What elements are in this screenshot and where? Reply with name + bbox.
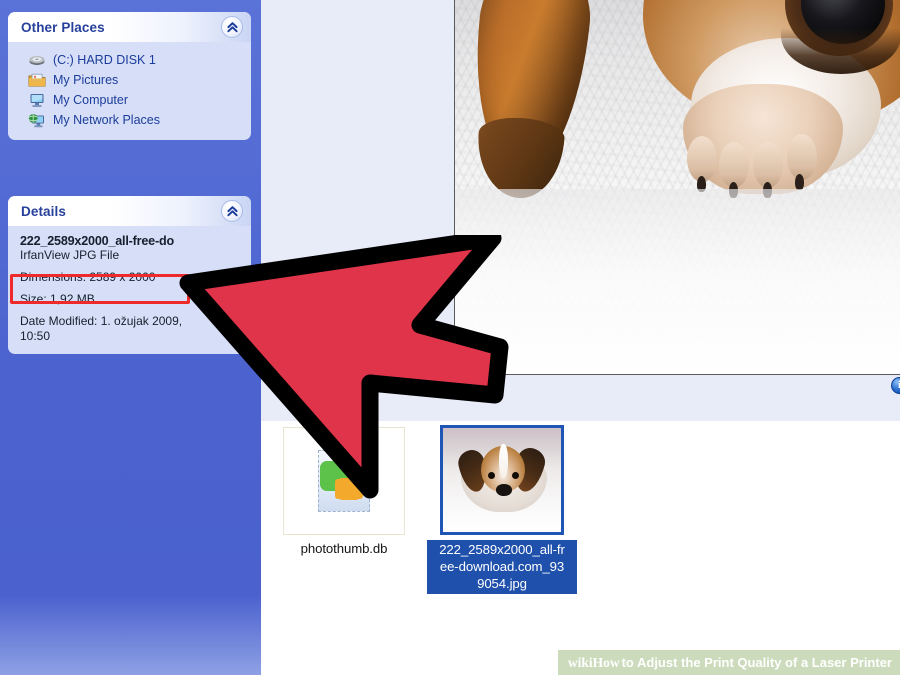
sidebar-item-hard-disk[interactable]: (C:) HARD DISK 1 bbox=[18, 50, 241, 70]
list-item-label-line1: 222_2589x2000_all-fr bbox=[439, 542, 565, 557]
hard-disk-icon bbox=[28, 52, 46, 68]
sidebar-item-my-computer-label: My Computer bbox=[53, 93, 129, 107]
sidebar-item-hard-disk-label: (C:) HARD DISK 1 bbox=[53, 53, 156, 67]
list-item[interactable]: photothumb.db bbox=[269, 427, 419, 557]
panel-details: Details 222_2589x2000_all-free-do IrfanV… bbox=[8, 196, 251, 354]
chevron-double-up-icon[interactable] bbox=[221, 200, 243, 222]
info-circle-icon[interactable] bbox=[891, 377, 900, 394]
details-dimensions: Dimensions: 2589 x 2000 bbox=[20, 270, 156, 284]
panel-details-body: 222_2589x2000_all-free-do IrfanView JPG … bbox=[8, 226, 251, 354]
blanket-foreground bbox=[455, 189, 900, 374]
thumbnail-photothumb[interactable] bbox=[283, 427, 405, 535]
preview-image-frame[interactable] bbox=[454, 0, 900, 375]
wikihow-watermark: wiki How to Adjust the Print Quality of a… bbox=[557, 650, 900, 675]
watermark-text: to Adjust the Print Quality of a Laser P… bbox=[621, 655, 892, 670]
panel-details-title: Details bbox=[21, 203, 66, 219]
my-computer-icon bbox=[28, 92, 46, 108]
panel-other-places: Other Places (C:) HARD DISK 1 My Picture… bbox=[8, 12, 251, 140]
task-pane-sidebar: Other Places (C:) HARD DISK 1 My Picture… bbox=[0, 0, 261, 675]
panel-details-header[interactable]: Details bbox=[8, 196, 251, 226]
watermark-brand: wiki bbox=[567, 654, 593, 670]
panel-other-places-header[interactable]: Other Places bbox=[8, 12, 251, 42]
sidebar-item-network-places-label: My Network Places bbox=[53, 113, 160, 127]
explorer-content: photothumb.db bbox=[261, 0, 900, 675]
image-preview-pane bbox=[261, 0, 900, 421]
sidebar-item-my-computer[interactable]: My Computer bbox=[18, 90, 241, 110]
thumbnail-selected-image[interactable] bbox=[440, 425, 564, 535]
list-item-label-line2: ee-download.com_93 bbox=[439, 559, 565, 574]
details-size: Size: 1,92 MB bbox=[20, 292, 95, 306]
chevron-double-up-icon[interactable] bbox=[221, 16, 243, 38]
database-file-icon bbox=[318, 450, 370, 512]
pictures-folder-icon bbox=[28, 72, 46, 88]
watermark-brand-bold: How bbox=[592, 654, 620, 670]
sidebar-item-my-pictures[interactable]: My Pictures bbox=[18, 70, 241, 90]
network-places-icon bbox=[28, 112, 46, 128]
list-item-label-selected: 222_2589x2000_all-fr ee-download.com_93 … bbox=[427, 540, 577, 594]
details-date-modified-time: 10:50 bbox=[20, 329, 51, 343]
list-item-label-line3: 9054.jpg bbox=[477, 576, 527, 591]
list-item[interactable]: 222_2589x2000_all-fr ee-download.com_93 … bbox=[427, 425, 577, 594]
panel-other-places-title: Other Places bbox=[21, 19, 105, 35]
explorer-window: Other Places (C:) HARD DISK 1 My Picture… bbox=[0, 0, 900, 675]
image-thumbnail-icon bbox=[443, 428, 561, 532]
panel-other-places-body: (C:) HARD DISK 1 My Pictures My Computer… bbox=[8, 42, 251, 140]
sidebar-item-network-places[interactable]: My Network Places bbox=[18, 110, 241, 130]
sidebar-item-my-pictures-label: My Pictures bbox=[53, 73, 119, 87]
thumbnail-list: photothumb.db 222_2589x2000_all-fr ee-do… bbox=[261, 421, 900, 675]
details-file-name: 222_2589x2000_all-free-do bbox=[20, 234, 174, 248]
details-date-modified: Date Modified: 1. ožujak 2009, bbox=[20, 314, 183, 328]
list-item-label: photothumb.db bbox=[300, 541, 388, 556]
details-file-type: IrfanView JPG File bbox=[20, 248, 120, 262]
puppy-paw bbox=[683, 84, 843, 198]
puppy-photo bbox=[455, 0, 900, 374]
